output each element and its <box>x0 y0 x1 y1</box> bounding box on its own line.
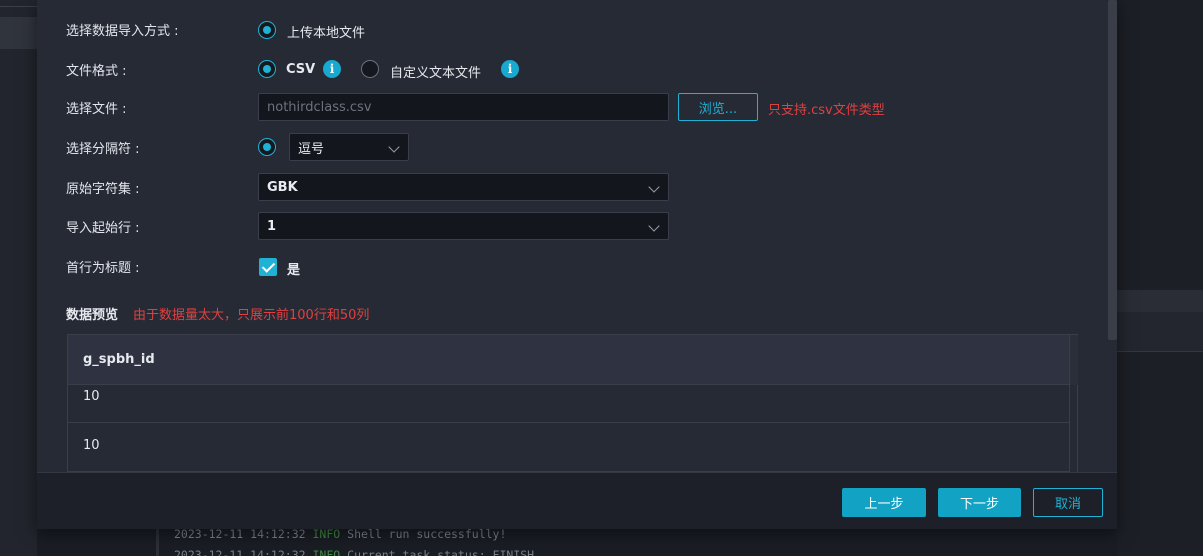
delimiter-label: 选择分隔符 : <box>66 142 140 157</box>
dialog-body[interactable]: 选择数据导入方式 : 上传本地文件 文件格式 : CSV i 自定义文本文件 i… <box>37 0 1117 472</box>
chevron-down-icon <box>648 181 660 193</box>
chevron-down-icon <box>388 141 400 153</box>
dialog-footer: 上一步 下一步 取消 <box>37 472 1117 529</box>
log-line: 2023-12-11 14:12:32 INFO Shell run succe… <box>174 527 507 541</box>
header-row-checkbox-label: 是 <box>287 263 301 278</box>
background-sidebar-item <box>0 17 37 49</box>
background-log-gutter <box>156 528 159 556</box>
delimiter-value: 逗号 <box>298 141 325 157</box>
charset-label: 原始字符集 : <box>66 182 140 197</box>
log-line: 2023-12-11 14:12:32 INFO Current task st… <box>174 548 535 556</box>
delimiter-select[interactable]: 逗号 <box>289 133 409 161</box>
charset-select[interactable]: GBK <box>258 173 669 201</box>
table-row: 10 <box>68 386 1069 423</box>
table-header-cell: g_spbh_id <box>68 335 1069 385</box>
charset-value: GBK <box>267 179 298 195</box>
start-row-value: 1 <box>267 218 277 234</box>
csv-label: CSV <box>286 62 316 77</box>
preview-note: 由于数据量太大，只展示前100行和50列 <box>133 308 370 323</box>
prev-step-button[interactable]: 上一步 <box>842 488 926 517</box>
delimiter-radio[interactable] <box>258 138 276 156</box>
dialog-scrollbar[interactable] <box>1108 0 1117 340</box>
custom-text-radio[interactable] <box>361 60 379 78</box>
start-row-label: 导入起始行 : <box>66 221 140 236</box>
background-divider <box>0 6 37 7</box>
csv-radio[interactable] <box>258 60 276 78</box>
file-path-input[interactable]: nothirdclass.csv <box>258 93 669 121</box>
custom-text-label: 自定义文本文件 <box>390 66 482 81</box>
table-cell: 10 <box>83 389 100 404</box>
background-sidebar <box>0 0 37 556</box>
file-select-label: 选择文件 : <box>66 102 127 117</box>
header-row-checkbox[interactable] <box>259 258 277 276</box>
background-panel <box>1117 0 1203 556</box>
info-icon[interactable]: i <box>323 60 341 78</box>
upload-local-radio[interactable] <box>258 21 276 39</box>
preview-table: g_spbh_id 10 10 <box>67 334 1078 472</box>
next-step-button[interactable]: 下一步 <box>938 488 1021 517</box>
browse-button[interactable]: 浏览... <box>678 93 758 121</box>
table-cell: 10 <box>83 438 100 453</box>
file-type-hint: 只支持.csv文件类型 <box>768 103 885 118</box>
start-row-select[interactable]: 1 <box>258 212 669 240</box>
import-dialog: 选择数据导入方式 : 上传本地文件 文件格式 : CSV i 自定义文本文件 i… <box>37 0 1117 529</box>
preview-title: 数据预览 <box>66 308 119 323</box>
table-row: 10 <box>68 424 1069 472</box>
table-header-scroll-gutter <box>1069 335 1078 385</box>
table-column-divider <box>1069 385 1070 472</box>
background-panel-header <box>1117 290 1203 312</box>
cancel-button[interactable]: 取消 <box>1033 488 1103 517</box>
import-mode-label: 选择数据导入方式 : <box>66 24 179 39</box>
header-row-label: 首行为标题 : <box>66 261 140 276</box>
info-icon[interactable]: i <box>501 60 519 78</box>
background-panel-row <box>1117 312 1203 352</box>
chevron-down-icon <box>648 220 660 232</box>
upload-local-label: 上传本地文件 <box>287 26 366 41</box>
file-format-label: 文件格式 : <box>66 64 127 79</box>
